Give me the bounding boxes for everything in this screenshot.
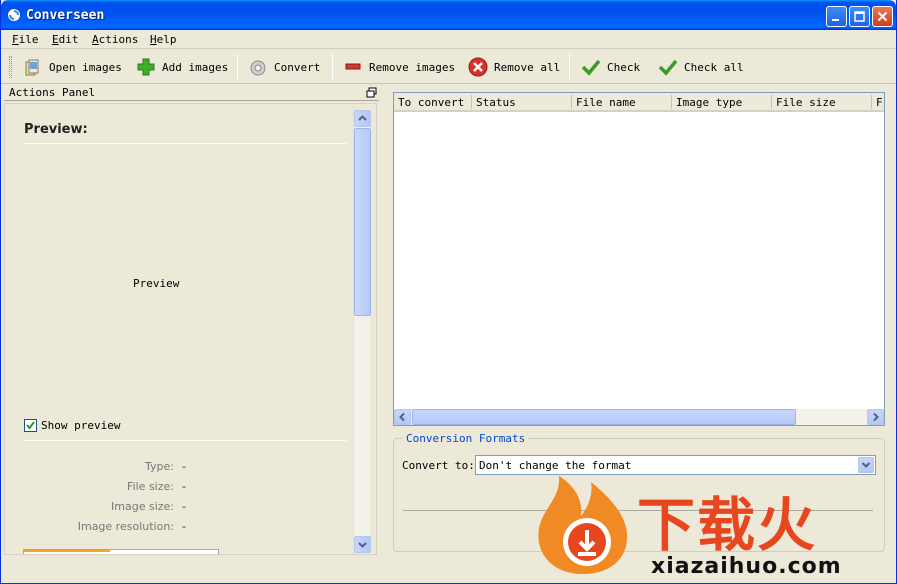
actions-panel-header: Actions Panel: [4, 86, 379, 101]
column-file-size[interactable]: File size: [776, 96, 870, 109]
show-preview-label: Show preview: [41, 419, 121, 432]
toolbar-separator: [569, 54, 570, 80]
check-label: Check: [607, 60, 641, 74]
chevron-left-icon: [399, 412, 405, 422]
flame-logo-icon: [538, 476, 628, 574]
scroll-left-button[interactable]: [394, 409, 411, 425]
options-tab-active[interactable]: [24, 550, 110, 554]
scroll-thumb[interactable]: [354, 128, 371, 316]
scroll-right-button[interactable]: [867, 409, 884, 425]
chevron-up-icon: [358, 115, 367, 121]
watermark-brand-text: 下载火: [637, 491, 818, 559]
check-all-label: Check all: [684, 60, 744, 74]
options-tabs[interactable]: [23, 549, 219, 554]
info-type-label: Type:: [145, 460, 174, 473]
minus-icon: [345, 63, 361, 70]
app-window: Converseen File Edit Actions Help Open i…: [0, 0, 897, 584]
title-bar[interactable]: Converseen: [1, 0, 896, 30]
convert-label: Convert: [274, 60, 321, 74]
column-separator[interactable]: [771, 95, 772, 109]
column-file-name[interactable]: File name: [576, 96, 670, 109]
info-file-size-value: -: [182, 480, 186, 493]
remove-all-icon: [468, 57, 488, 77]
close-button[interactable]: [872, 6, 893, 27]
remove-images-button[interactable]: Remove images: [343, 55, 455, 79]
preview-area: Preview: [133, 277, 180, 290]
plus-icon: [137, 58, 155, 76]
remove-images-label: Remove images: [369, 60, 456, 74]
checkmark-icon: [26, 421, 35, 430]
scroll-down-button[interactable]: [354, 536, 371, 553]
minimize-button[interactable]: [826, 6, 847, 27]
maximize-button[interactable]: [849, 6, 870, 27]
column-to-convert[interactable]: To convert: [398, 96, 470, 109]
table-horizontal-scrollbar[interactable]: [394, 409, 884, 425]
minimize-icon: [832, 19, 839, 21]
watermark-url: xiazaihuo.com: [651, 554, 842, 579]
checkmark-all-icon: [658, 59, 678, 76]
actions-panel-title: Actions Panel: [9, 86, 96, 99]
column-separator[interactable]: [571, 95, 572, 109]
divider: [24, 440, 346, 441]
chevron-right-icon: [873, 412, 879, 422]
scroll-up-button[interactable]: [354, 110, 371, 127]
column-image-type[interactable]: Image type: [676, 96, 770, 109]
scroll-thumb[interactable]: [412, 409, 796, 425]
check-all-button[interactable]: Check all: [658, 55, 744, 79]
column-status[interactable]: Status: [476, 96, 570, 109]
app-logo-icon: [8, 9, 20, 21]
menu-help[interactable]: Help: [150, 33, 177, 46]
window-title: Converseen: [26, 8, 105, 23]
chevron-down-icon: [358, 542, 367, 548]
convert-button[interactable]: Convert: [248, 55, 320, 79]
column-separator[interactable]: [871, 95, 872, 109]
preview-heading: Preview:: [24, 122, 88, 137]
info-file-size-label: File size:: [127, 480, 174, 493]
show-preview-checkbox[interactable]: Show preview: [24, 419, 120, 432]
open-images-label: Open images: [49, 60, 122, 74]
checkmark-icon: [581, 59, 601, 76]
menu-file[interactable]: File: [12, 33, 39, 46]
info-image-resolution-value: -: [182, 520, 186, 533]
toolbar-separator: [332, 54, 333, 80]
column-format[interactable]: F: [876, 96, 884, 109]
remove-all-button[interactable]: Remove all: [468, 55, 560, 79]
open-images-icon: [25, 59, 39, 76]
close-icon: [877, 11, 888, 22]
info-type-value: -: [182, 460, 186, 473]
column-separator[interactable]: [471, 95, 472, 109]
info-image-size-label: Image size:: [111, 500, 174, 513]
info-image-size-value: -: [182, 500, 186, 513]
divider: [24, 143, 346, 144]
actions-panel: Preview: Preview Show preview Type: - Fi…: [4, 103, 377, 555]
info-image-resolution-label: Image resolution:: [77, 520, 174, 533]
add-images-button[interactable]: Add images: [136, 55, 228, 79]
convert-to-label: Convert to:: [402, 459, 475, 472]
file-list-table[interactable]: To convert Status File name Image type F…: [393, 92, 885, 426]
remove-all-label: Remove all: [494, 60, 561, 74]
checkbox-box[interactable]: [24, 419, 37, 432]
table-header: To convert Status File name Image type F…: [394, 93, 884, 112]
toolbar-separator: [237, 54, 238, 80]
check-button[interactable]: Check: [581, 55, 640, 79]
gear-icon: [250, 60, 266, 76]
add-images-label: Add images: [162, 60, 229, 74]
actions-panel-scrollbar[interactable]: [353, 110, 371, 553]
menu-actions[interactable]: Actions: [92, 33, 138, 46]
menu-bar: File Edit Actions Help: [1, 30, 896, 49]
menu-edit[interactable]: Edit: [52, 33, 79, 46]
open-images-button[interactable]: Open images: [23, 55, 122, 79]
site-watermark: 下载火 xiazaihuo.com: [531, 468, 893, 580]
toolbar-grip[interactable]: [9, 56, 12, 78]
column-separator[interactable]: [671, 95, 672, 109]
toolbar: Open images Add images Convert Remove im…: [1, 50, 896, 84]
float-panel-icon[interactable]: [366, 87, 377, 98]
maximize-icon: [854, 11, 865, 22]
conversion-formats-title: Conversion Formats: [403, 432, 529, 445]
